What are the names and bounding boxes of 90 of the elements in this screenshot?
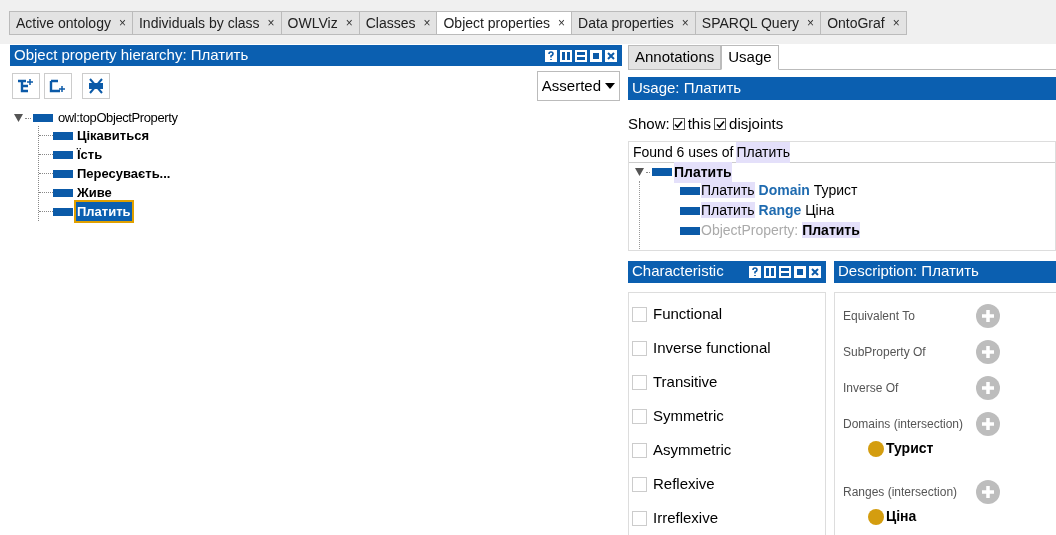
close-tab-icon[interactable]: × [807,14,815,32]
dropdown-caret-icon [605,83,615,89]
close-icon [808,264,822,279]
property-icon [53,169,73,178]
view-mode-dropdown[interactable]: Asserted [536,71,620,101]
add-icon [976,303,1000,328]
class-name[interactable]: Турист [886,438,934,459]
checkbox-label: Asymmetric [653,440,732,461]
tree-item[interactable]: Живе [76,182,113,203]
tab[interactable]: Individuals by class × [131,11,282,35]
help-icon [544,48,558,63]
property-icon [680,186,700,195]
class-icon [868,508,884,525]
checkbox-label: Functional [653,304,723,325]
class-name[interactable]: Ціна [886,506,917,527]
found-text: Found 6 uses of [633,143,734,162]
property-icon [33,114,53,122]
tab[interactable]: Annotations [628,45,722,70]
help-icon [748,264,762,279]
tab[interactable]: OWLViz × [280,11,360,35]
property-name: Платить [736,142,791,163]
add-icon [976,339,1000,364]
split-horizontal-icon [778,264,792,279]
close-tab-icon[interactable]: × [267,14,275,32]
tab[interactable]: Active ontology × [9,11,133,35]
add-subproperty-icon [17,77,35,95]
add-icon [976,411,1000,436]
add-sibling-icon [49,77,67,95]
tree-item[interactable]: Цікавиться [76,125,150,146]
tree-item[interactable]: owl:topObjectProperty [58,108,178,128]
add-subproperty-button[interactable] [12,73,40,99]
class-icon [868,440,884,457]
maximize-icon [793,264,807,279]
section-label: Equivalent To [843,307,916,325]
property-icon [53,188,73,197]
section-label: SubProperty Of [843,343,927,361]
close-tab-icon[interactable]: × [681,14,689,32]
usage-axiom[interactable]: ObjectProperty: Платить [701,220,860,241]
close-icon [604,48,618,63]
tree-item[interactable]: Їсть [76,144,104,165]
checkbox-label: Irreflexive [653,508,719,529]
tree-item[interactable]: Пересуваєть... [76,163,172,184]
add-icon [976,479,1000,504]
usage-axiom[interactable]: Платить Domain Турист [701,180,858,201]
property-icon [53,131,73,140]
add-sibling-button[interactable] [44,73,72,99]
panel-title: Characteristic [632,261,724,282]
tab[interactable]: Usage [721,45,779,70]
section-label: Domains (intersection) [843,415,965,433]
panel-title: Object property hierarchy: Платить [14,45,249,66]
checkbox[interactable] [672,118,685,131]
expanded-triangle-icon[interactable] [635,168,644,176]
close-tab-icon[interactable]: × [558,14,566,32]
tree-item[interactable]: Платить [76,201,132,222]
panel-title: Description: Платить [838,261,979,282]
property-icon [53,207,73,216]
tab[interactable]: SPARQL Query × [694,11,822,35]
property-icon [53,150,73,159]
panel-title: Usage: Платить [632,78,742,99]
checkbox-label: Inverse functional [653,338,771,359]
close-tab-icon[interactable]: × [118,14,126,32]
tab[interactable]: OntoGraf × [820,11,907,35]
show-label: Show: [628,114,670,134]
split-horizontal-icon [574,48,588,63]
checkbox-label: Transitive [653,372,718,393]
delete-property-icon [87,77,105,95]
tab[interactable]: Data properties × [571,11,696,35]
section-label: Inverse Of [843,379,900,397]
checkbox-label: disjoints [729,114,784,134]
checkbox-label: Symmetric [653,406,724,427]
split-vertical-icon [559,48,573,63]
property-icon [680,206,700,215]
usage-root-item[interactable]: Платить [674,161,732,183]
property-icon [652,168,672,176]
usage-axiom[interactable]: Платить Range Ціна [701,200,835,221]
checkbox-label: Reflexive [653,474,715,495]
tab[interactable]: Object properties × [436,11,573,35]
tab[interactable]: Classes × [358,11,438,35]
section-label: Ranges (intersection) [843,483,959,501]
close-tab-icon[interactable]: × [423,14,431,32]
checkbox[interactable] [714,118,727,131]
close-tab-icon[interactable]: × [892,14,900,32]
close-tab-icon[interactable]: × [345,14,353,32]
split-vertical-icon [763,264,777,279]
expanded-triangle-icon[interactable] [14,114,23,122]
property-icon [680,226,700,235]
add-icon [976,375,1000,400]
delete-property-button[interactable] [82,73,110,99]
maximize-icon [589,48,603,63]
checkbox-label: this [687,114,712,134]
